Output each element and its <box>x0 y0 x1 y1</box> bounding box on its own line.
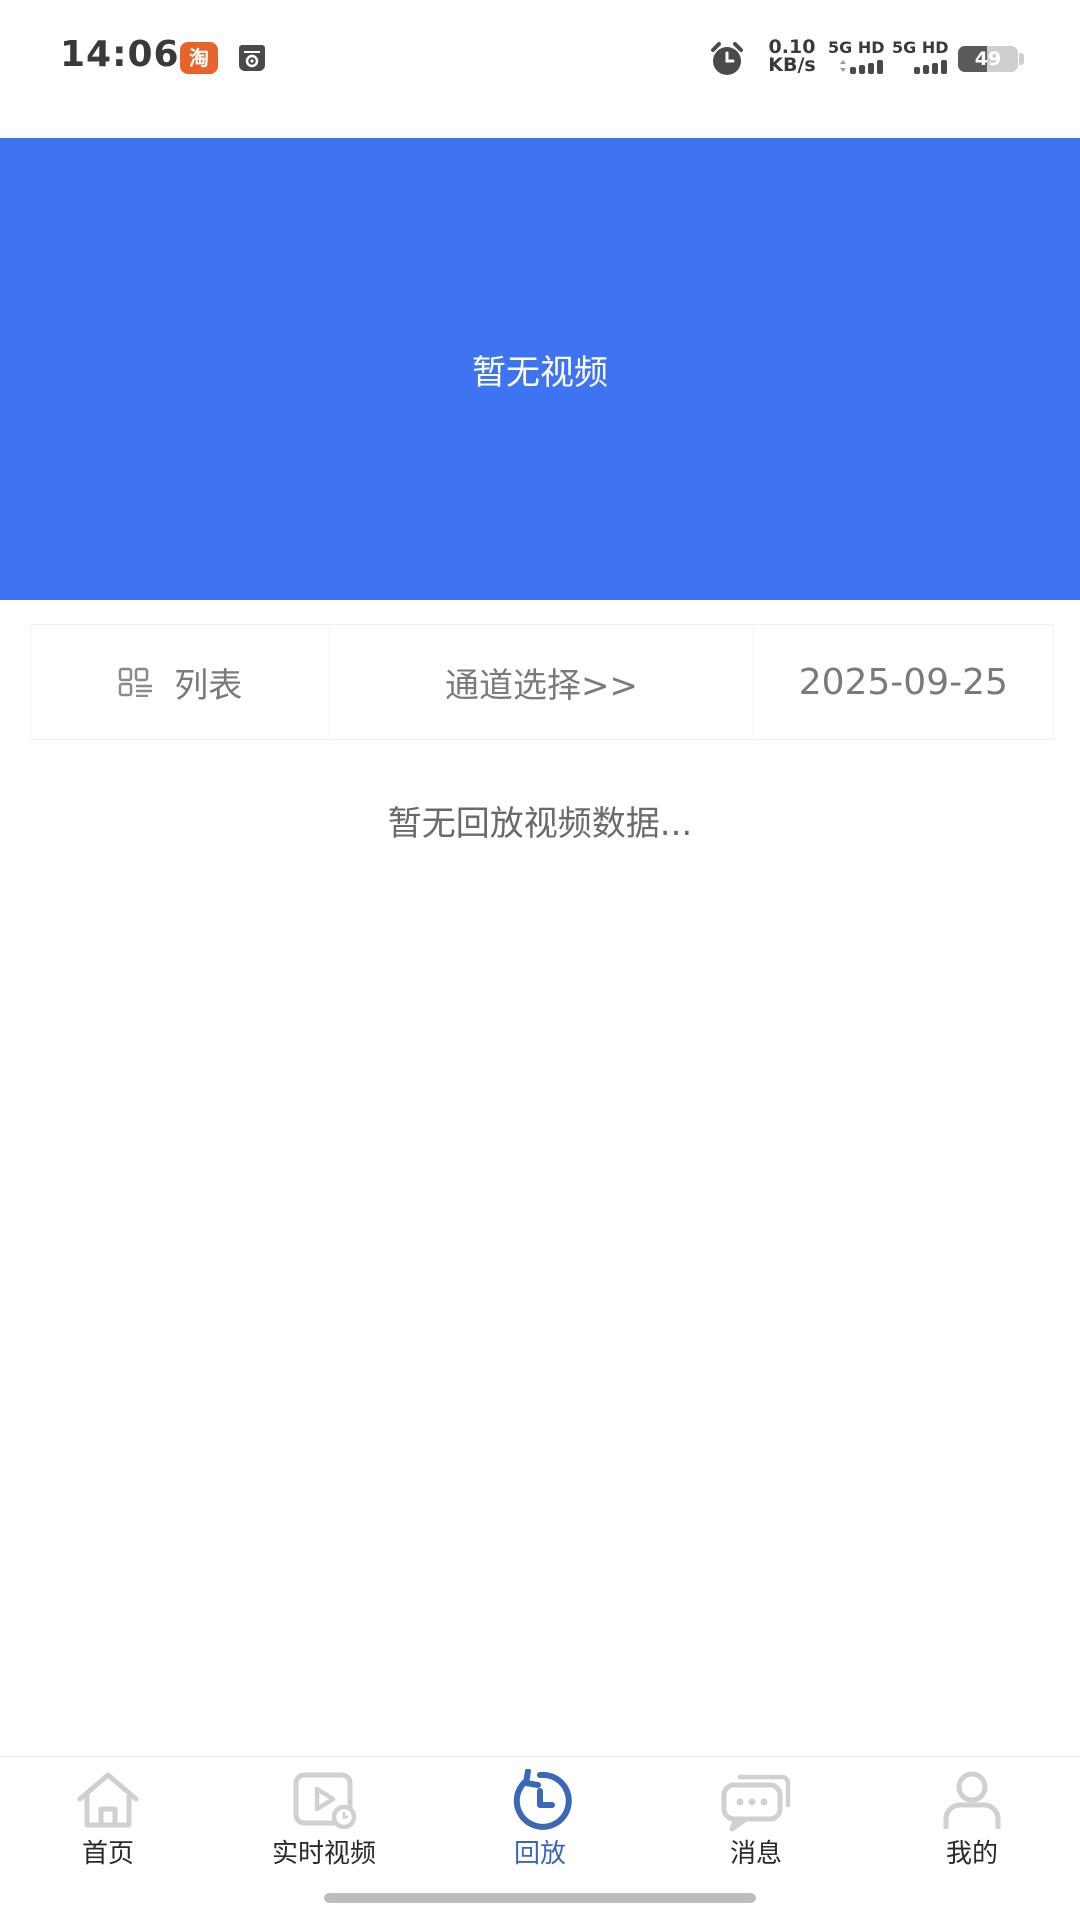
network-speed-unit: KB/s <box>768 54 816 76</box>
nav-label-profile: 我的 <box>945 1839 998 1869</box>
video-player[interactable]: 暂无视频 <box>0 138 1080 600</box>
list-grid-icon <box>118 667 153 697</box>
settings-notification-icon <box>239 45 265 71</box>
nav-label-messages: 消息 <box>729 1839 782 1869</box>
signal-bars-icon <box>914 60 947 74</box>
nav-label-home: 首页 <box>81 1839 134 1869</box>
signal-bars-icon <box>840 60 883 74</box>
network-speed: 0.10 KB/s <box>762 38 822 76</box>
signal-2-label: 5G HD <box>892 38 949 57</box>
empty-playback-message: 暂无回放视频数据... <box>387 804 693 844</box>
status-bar: 14:06 淘 0.10 KB/s 5G HD 5G HD 49 <box>0 0 1080 138</box>
battery-icon: 49 <box>958 46 1018 72</box>
list-button[interactable]: 列表 <box>31 625 331 739</box>
taobao-app-icon: 淘 <box>180 42 218 74</box>
channel-select-label: 通道选择>> <box>445 665 638 706</box>
channel-select-button[interactable]: 通道选择>> <box>330 625 754 739</box>
nav-label-live-video: 实时视频 <box>271 1839 376 1869</box>
signal-1-label: 5G HD <box>828 38 885 57</box>
alarm-icon <box>711 42 743 75</box>
signal-indicator-1: 5G HD <box>828 38 888 78</box>
date-value: 2025-09-25 <box>798 661 1008 703</box>
playback-icon <box>513 1769 572 1830</box>
home-icon <box>77 1772 139 1828</box>
nav-item-home[interactable]: 首页 <box>0 1757 216 1920</box>
home-indicator[interactable] <box>324 1893 756 1903</box>
nav-item-profile[interactable]: 我的 <box>864 1757 1080 1920</box>
live-video-icon <box>293 1772 357 1830</box>
playback-control-bar: 列表 通道选择>> 2025-09-25 <box>30 624 1054 740</box>
battery-level: 49 <box>974 48 1002 70</box>
message-icon <box>721 1774 791 1832</box>
status-time: 14:06 <box>60 34 180 75</box>
nav-label-playback: 回放 <box>513 1839 566 1869</box>
date-picker[interactable]: 2025-09-25 <box>754 625 1053 739</box>
battery-tip <box>1019 53 1024 65</box>
signal-indicator-2: 5G HD <box>892 38 952 78</box>
profile-icon <box>943 1771 1001 1829</box>
list-label: 列表 <box>174 665 243 706</box>
video-empty-text: 暂无视频 <box>472 352 608 393</box>
